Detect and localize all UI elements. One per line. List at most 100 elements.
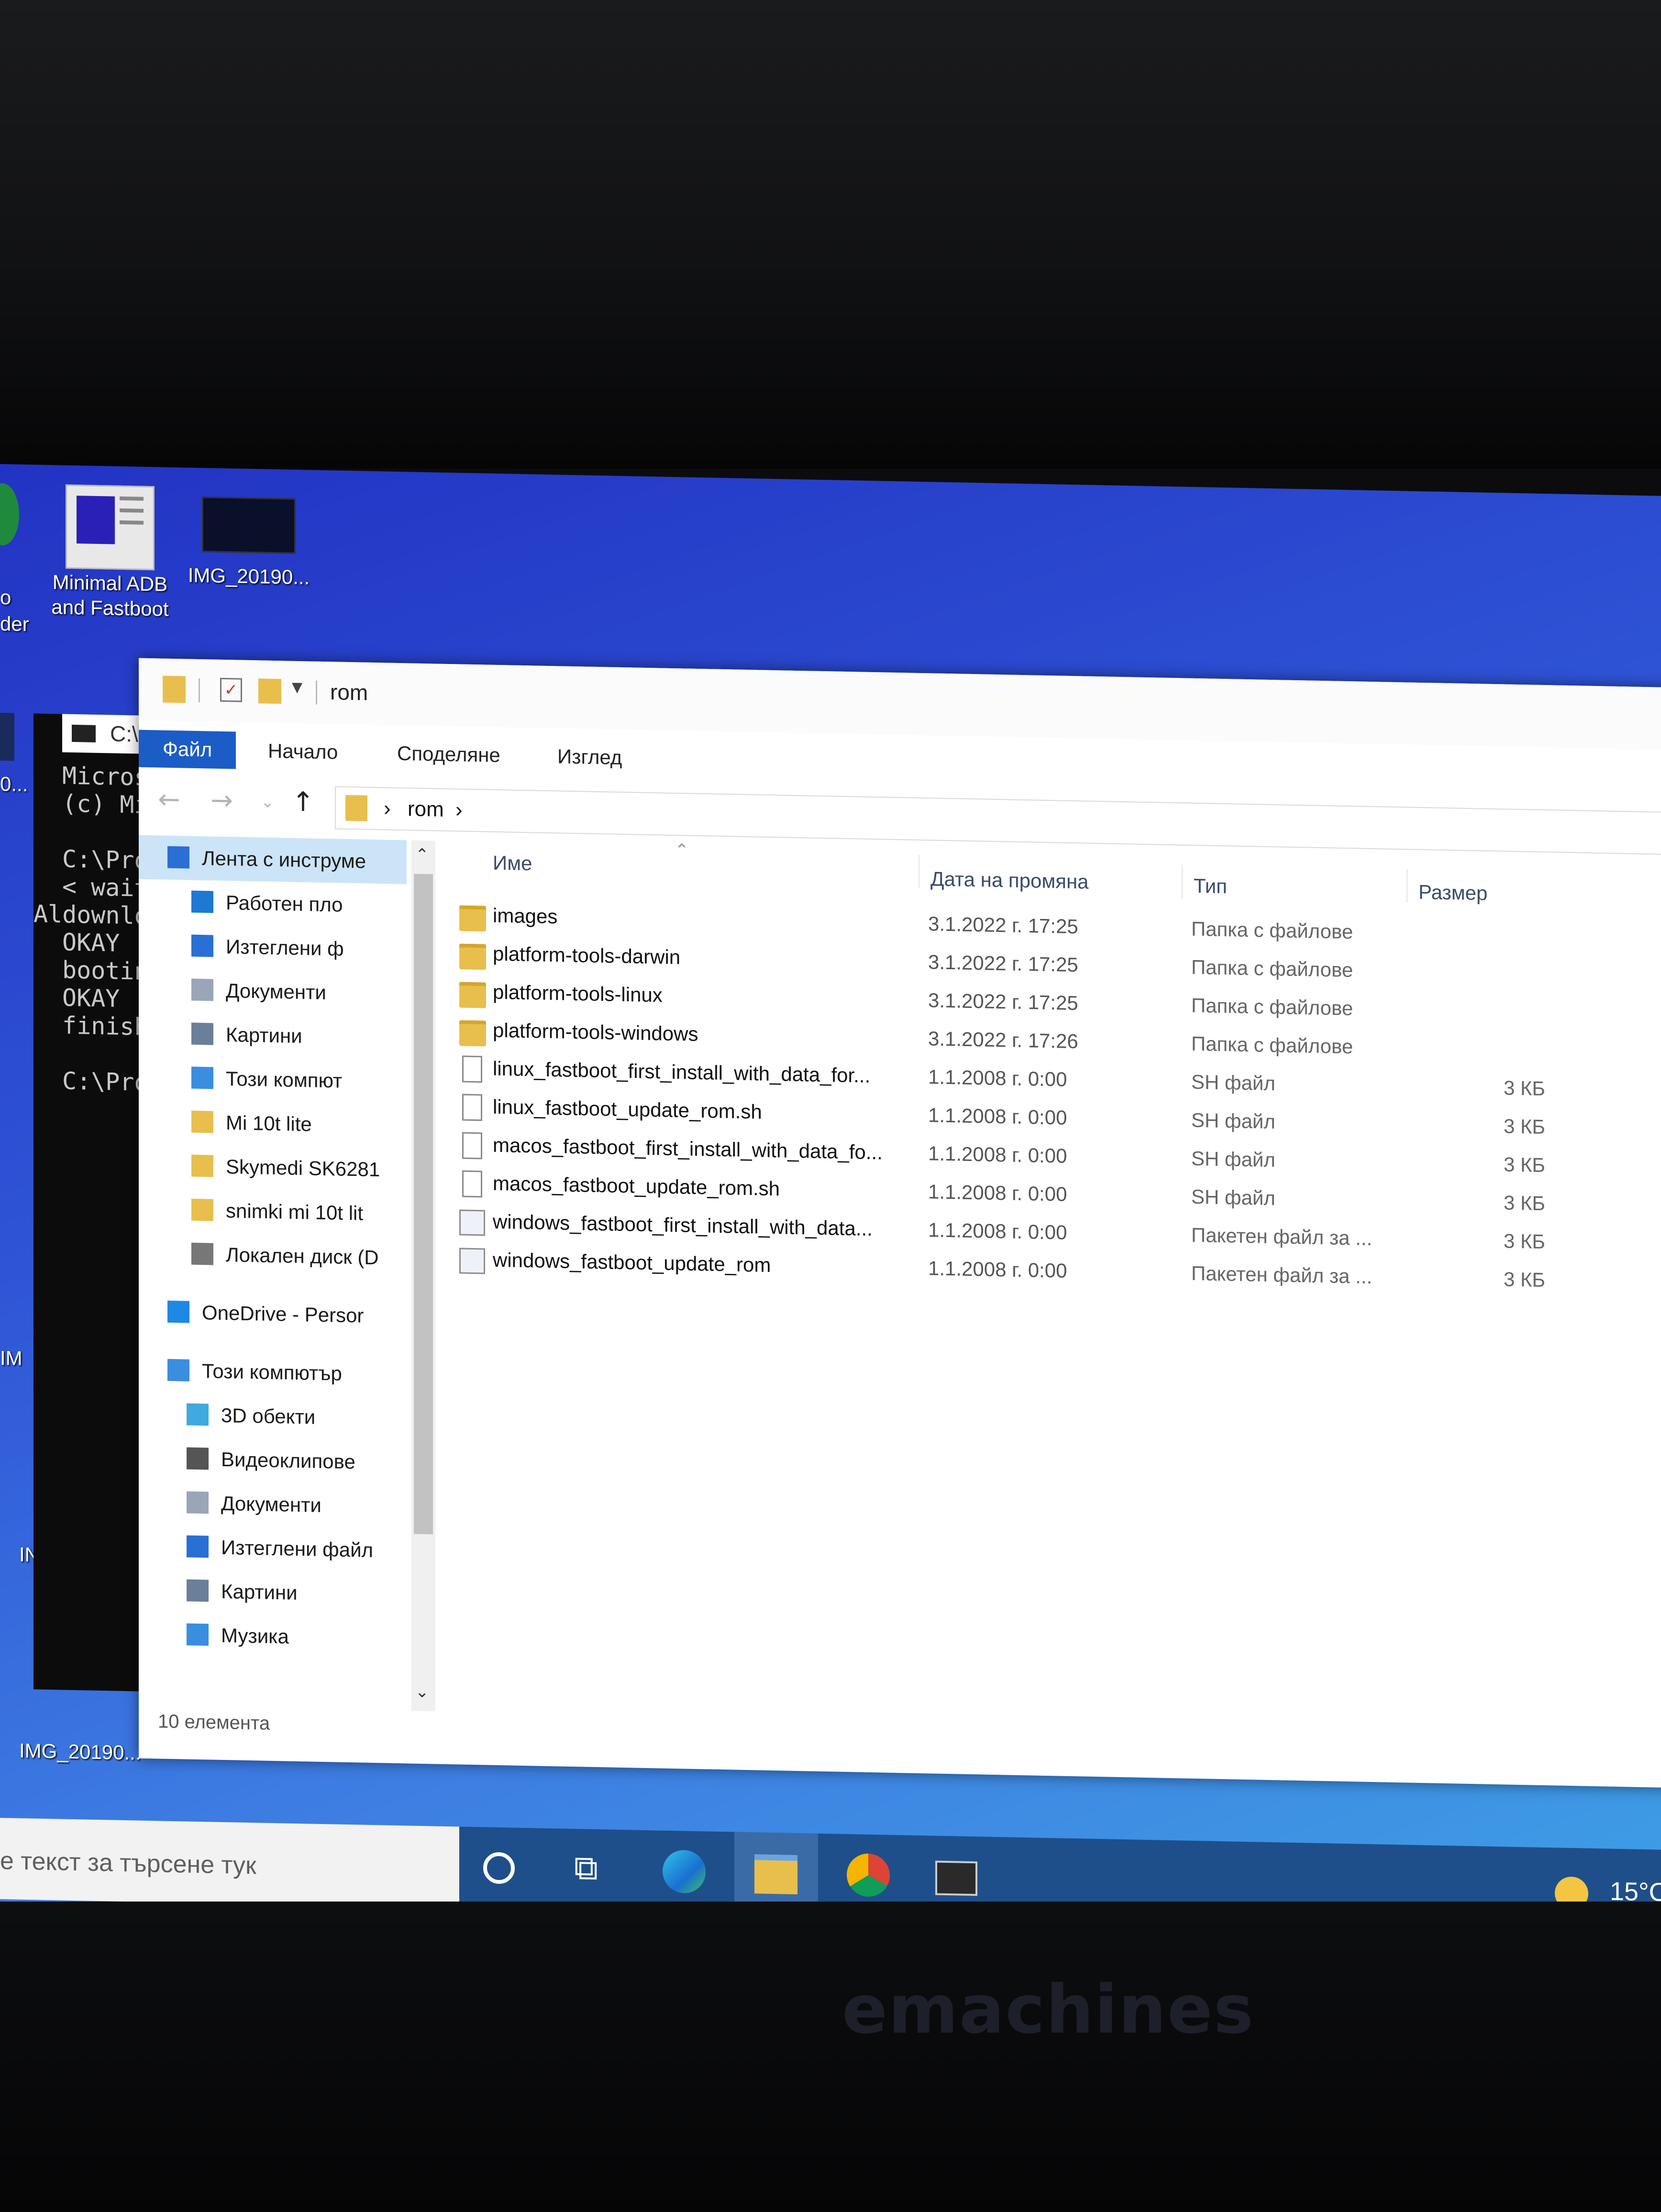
computer-icon <box>167 1359 189 1382</box>
up-arrow-icon[interactable]: ↑ <box>292 786 314 818</box>
nav-item[interactable]: snimki mi 10t lit <box>139 1187 407 1237</box>
column-divider[interactable] <box>1182 864 1183 898</box>
nav-item[interactable]: Локален диск (D <box>139 1231 407 1281</box>
breadcrumb-rom[interactable]: rom <box>408 797 444 821</box>
file-type: Пакетен файл за ... <box>1191 1261 1373 1288</box>
file-name: platform-tools-darwin <box>493 942 681 969</box>
cmd-taskbar-icon[interactable] <box>935 1860 977 1896</box>
file-date: 1.1.2008 г. 0:00 <box>928 1257 1067 1282</box>
column-header-name[interactable]: Име <box>493 852 532 875</box>
desktop-icon-label: IMG_20190... <box>19 1739 141 1764</box>
nav-item[interactable]: Mi 10t lite <box>139 1099 407 1149</box>
taskbar-search-box[interactable]: е текст за търсене тук <box>0 1818 459 1908</box>
folder-icon <box>345 795 367 821</box>
file-size <box>1478 961 1545 962</box>
tab-home[interactable]: Начало <box>268 732 338 771</box>
nav-item[interactable]: Документи <box>139 1480 407 1529</box>
nav-item[interactable]: Този компют <box>139 1055 407 1105</box>
file-icon <box>462 1132 482 1160</box>
nav-item-label: Skymedi SK6281 <box>226 1155 380 1181</box>
nav-item[interactable]: Лента с инструме <box>139 835 407 885</box>
file-name: platform-tools-linux <box>493 980 663 1006</box>
nav-item[interactable]: Картини <box>139 1011 407 1061</box>
file-name: platform-tools-windows <box>493 1018 698 1046</box>
brand-logo: emachines <box>842 1971 1254 2049</box>
nav-item[interactable]: Изтеглени файл <box>139 1524 407 1573</box>
folder-icon <box>459 905 486 932</box>
file-type: SH файл <box>1191 1185 1275 1210</box>
nav-item-label: Работен пло <box>226 891 343 916</box>
folder-icon <box>191 1110 213 1133</box>
forward-arrow-icon[interactable]: → <box>210 785 233 816</box>
file-date: 3.1.2022 г. 17:26 <box>928 1027 1078 1053</box>
desktop-icon-label: and Fastboot <box>51 596 169 620</box>
breadcrumb-separator[interactable]: › <box>455 798 463 822</box>
tab-view[interactable]: Изглед <box>557 738 622 776</box>
documents-icon <box>191 978 213 1001</box>
file-explorer-icon <box>754 1854 797 1895</box>
sort-ascending-icon: ⌃ <box>675 841 689 861</box>
nav-item[interactable]: Документи <box>139 967 407 1017</box>
partial-icon[interactable] <box>0 713 14 761</box>
file-name: linux_fastboot_update_rom.sh <box>493 1095 762 1123</box>
file-icon <box>462 1170 482 1198</box>
nav-item-label: 3D обекти <box>221 1404 316 1428</box>
folder-icon <box>459 982 486 1008</box>
properties-icon[interactable]: ✓ <box>220 677 242 702</box>
column-header-size[interactable]: Размер <box>1418 881 1487 905</box>
desktop-icon <box>191 890 213 913</box>
cmd-icon <box>72 724 96 742</box>
desktop-icon-minimal-adb[interactable]: Minimal ADB and Fastboot <box>33 484 187 623</box>
column-divider[interactable] <box>1406 869 1407 903</box>
tab-share[interactable]: Споделяне <box>397 735 500 774</box>
nav-item-label: Документи <box>221 1492 321 1516</box>
customize-quick-access-icon[interactable]: ▾ <box>292 675 302 699</box>
nav-item-label: Този компютър <box>202 1360 342 1385</box>
scroll-up-icon[interactable]: ⌃ <box>415 845 429 865</box>
nav-item[interactable]: Работен пло <box>139 879 407 929</box>
chrome-icon[interactable] <box>847 1853 890 1897</box>
scroll-down-icon[interactable]: ⌄ <box>415 1682 429 1702</box>
task-view-icon[interactable]: ⧉ <box>574 1848 617 1892</box>
nav-item-label: Локален диск (D <box>226 1243 379 1269</box>
file-type: Папка с файлове <box>1191 994 1353 1020</box>
back-arrow-icon[interactable]: ← <box>158 784 180 815</box>
desktop-icon-img-2[interactable]: IMG_20190... <box>0 1736 144 1767</box>
file-explorer-window[interactable]: ✓ ▾ rom Файл Начало Споделяне Изглед ← →… <box>139 658 1661 1789</box>
nav-item[interactable]: Изтеглени ф <box>139 923 407 973</box>
edge-icon[interactable] <box>663 1849 706 1894</box>
file-type: SH файл <box>1191 1147 1275 1172</box>
breadcrumb-separator: › <box>384 796 391 820</box>
app-icon-partial[interactable] <box>0 483 19 546</box>
column-header-type[interactable]: Тип <box>1194 874 1227 898</box>
file-date: 3.1.2022 г. 17:25 <box>928 989 1078 1015</box>
nav-item-label: Този компют <box>226 1067 343 1092</box>
column-header-date[interactable]: Дата на промяна <box>930 867 1089 893</box>
desktop-label-partial: der <box>0 612 29 636</box>
nav-item[interactable]: OneDrive - Persor <box>139 1290 407 1339</box>
nav-item[interactable]: Видеоклипове <box>139 1436 407 1485</box>
nav-item[interactable]: 3D обекти <box>139 1392 407 1441</box>
nav-item-label: snimki mi 10t lit <box>226 1199 364 1225</box>
nav-item[interactable]: Този компютър <box>139 1348 407 1397</box>
file-list: Име ⌃ Дата на промяна Тип Размер images 3… <box>450 841 1661 1726</box>
nav-item-label: Документи <box>226 979 326 1004</box>
nav-item[interactable]: Картини <box>139 1568 407 1617</box>
scrollbar-thumb[interactable] <box>414 874 433 1535</box>
tab-file[interactable]: Файл <box>139 730 236 769</box>
file-name: macos_fastboot_first_install_with_data_f… <box>493 1133 883 1164</box>
nav-item-label: OneDrive - Persor <box>202 1301 364 1327</box>
nav-item-label: Видеоклипове <box>221 1448 355 1473</box>
file-size <box>1478 1038 1545 1039</box>
nav-item-label: Картини <box>226 1023 302 1048</box>
cortana-icon[interactable] <box>483 1852 515 1884</box>
nav-item[interactable]: Музика <box>139 1612 407 1661</box>
file-name: windows_fastboot_first_install_with_data… <box>493 1210 873 1240</box>
nav-item[interactable]: Skymedi SK6281 <box>139 1143 407 1193</box>
recent-locations-icon[interactable]: ⌄ <box>261 792 275 812</box>
file-icon <box>462 1055 482 1083</box>
documents-icon <box>187 1491 209 1514</box>
desktop-icon-img[interactable]: IMG_20190... <box>172 496 325 592</box>
file-size: 3 КБ <box>1503 1153 1545 1177</box>
new-folder-icon[interactable] <box>258 678 281 704</box>
